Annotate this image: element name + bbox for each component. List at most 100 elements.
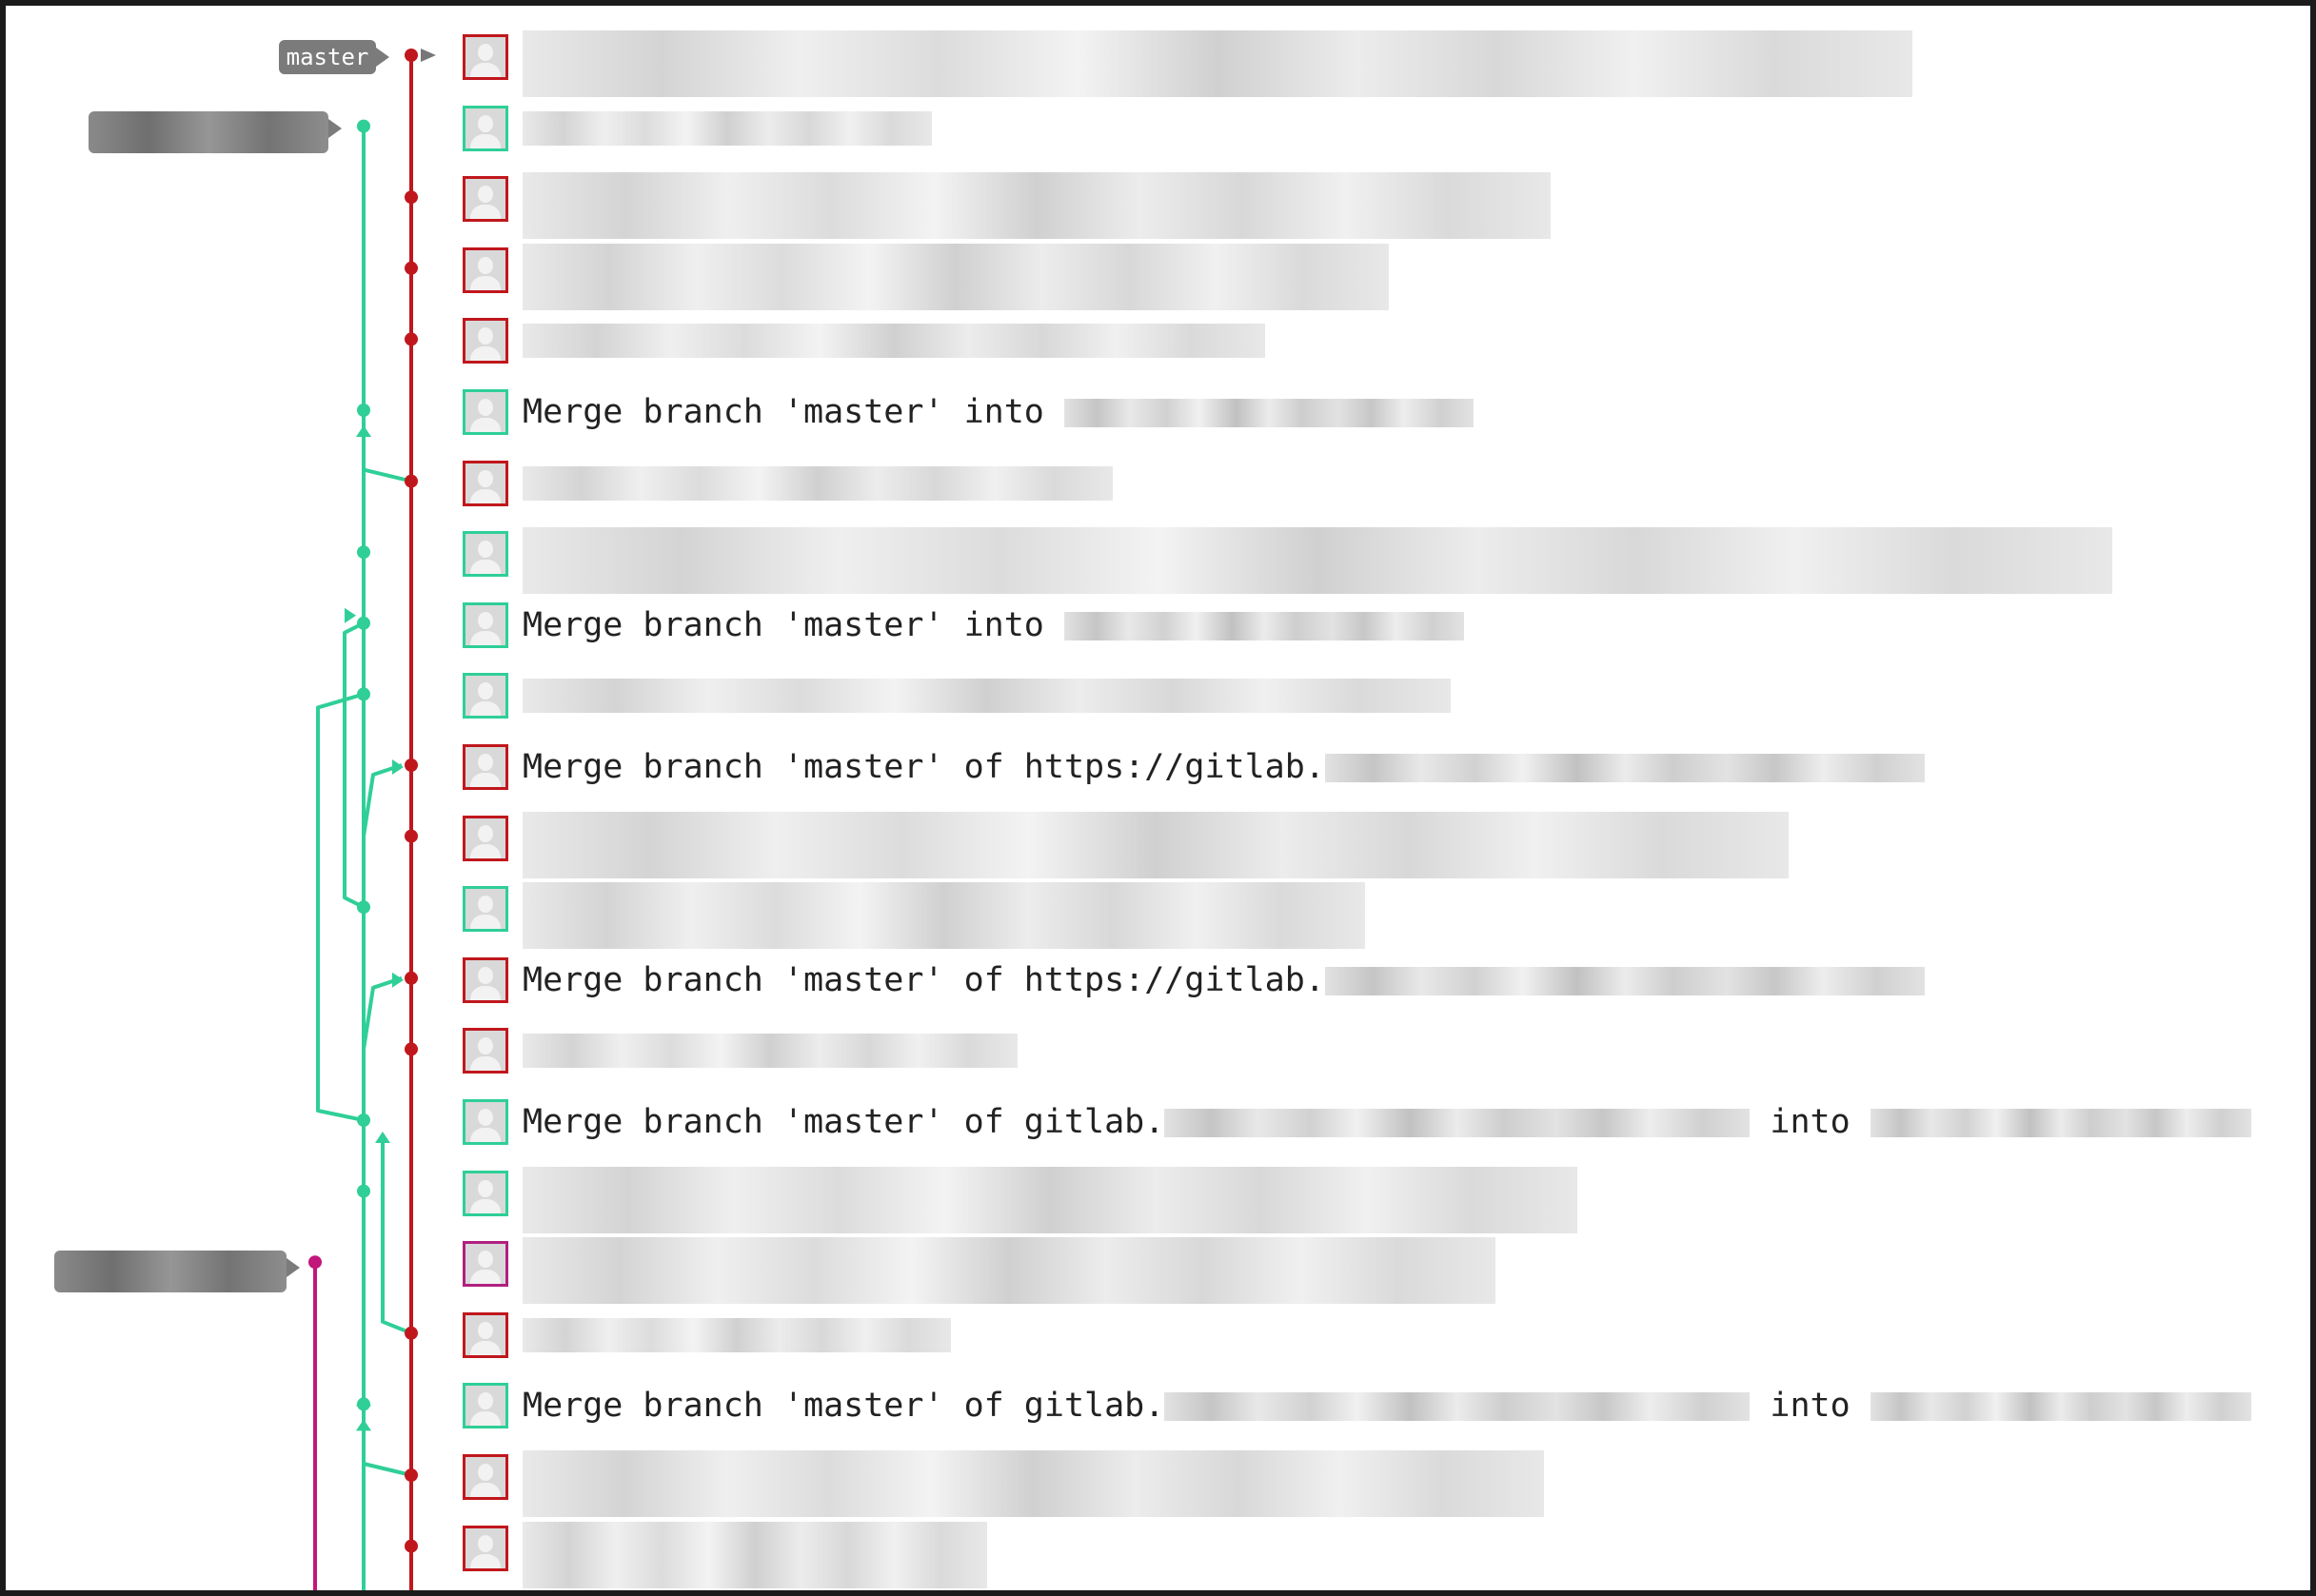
commit-message-text: Merge branch 'master' of https://gitlab. bbox=[523, 960, 1325, 999]
commit-row[interactable] bbox=[458, 1309, 2267, 1371]
redacted-text bbox=[523, 110, 932, 146]
avatar-placeholder-icon bbox=[463, 1170, 508, 1216]
redacted-text bbox=[1164, 1392, 1751, 1422]
avatar-placeholder-icon bbox=[463, 815, 508, 861]
commit-row[interactable] bbox=[458, 30, 2267, 97]
commit-node bbox=[357, 1397, 370, 1411]
avatar-placeholder-icon bbox=[463, 318, 508, 365]
redacted-text bbox=[523, 1237, 1495, 1305]
graph-edge bbox=[362, 429, 412, 483]
branch-tag-feature[interactable] bbox=[89, 111, 342, 153]
commit-node bbox=[405, 829, 418, 843]
commit-row[interactable] bbox=[458, 314, 2267, 377]
commit-node bbox=[357, 119, 370, 133]
commit-row[interactable] bbox=[458, 172, 2267, 240]
avatar-placeholder-icon bbox=[463, 34, 508, 80]
redacted-text bbox=[1870, 1109, 2251, 1137]
branch-tag-other[interactable] bbox=[54, 1251, 300, 1292]
avatar-placeholder-icon bbox=[463, 1525, 508, 1571]
redacted-text bbox=[523, 1317, 951, 1352]
redacted-text bbox=[523, 882, 1365, 950]
commit-message-text: Merge branch 'master' into bbox=[523, 393, 1064, 431]
arrow-head bbox=[345, 607, 356, 623]
commit-row[interactable] bbox=[458, 669, 2267, 732]
commit-message-text: Merge branch 'master' of gitlab. bbox=[523, 1103, 1165, 1141]
graph-edge bbox=[343, 621, 365, 909]
arrow-head bbox=[356, 425, 371, 437]
avatar-placeholder-icon bbox=[463, 1383, 508, 1429]
commit-node bbox=[405, 474, 418, 488]
avatar-placeholder-icon bbox=[463, 1028, 508, 1074]
commit-node bbox=[405, 1326, 418, 1340]
commit-row[interactable] bbox=[458, 882, 2267, 950]
commit-row[interactable] bbox=[458, 102, 2267, 165]
redacted-text bbox=[523, 172, 1551, 240]
avatar-placeholder-icon bbox=[463, 1454, 508, 1500]
redacted-text bbox=[1324, 754, 1925, 782]
graph-edge bbox=[362, 763, 403, 908]
redacted-text bbox=[523, 1166, 1577, 1233]
commit-message-text: Merge branch 'master' of gitlab. bbox=[523, 1387, 1165, 1426]
commit-node bbox=[405, 1042, 418, 1056]
commit-row[interactable] bbox=[458, 457, 2267, 520]
redacted-text bbox=[1870, 1392, 2251, 1422]
avatar-placeholder-icon bbox=[463, 744, 508, 790]
redacted-text bbox=[523, 465, 1113, 501]
commit-node bbox=[357, 1113, 370, 1127]
commit-node bbox=[405, 261, 418, 275]
avatar-placeholder-icon bbox=[463, 956, 508, 1003]
commit-row[interactable] bbox=[458, 1521, 2267, 1588]
commit-message: Merge branch 'master' of https://gitlab. bbox=[523, 748, 1925, 786]
redacted-text bbox=[1164, 1109, 1751, 1137]
redacted-text bbox=[523, 1521, 987, 1588]
commit-row[interactable]: Merge branch 'master' of gitlab. into bbox=[458, 1095, 2267, 1158]
commit-row[interactable] bbox=[458, 811, 2267, 878]
commit-row[interactable] bbox=[458, 1166, 2267, 1233]
commit-node bbox=[357, 687, 370, 701]
commit-message-text: Merge branch 'master' of https://gitlab. bbox=[523, 748, 1325, 786]
commit-row[interactable] bbox=[458, 1024, 2267, 1087]
branch-pointer-icon bbox=[421, 49, 436, 62]
commit-row[interactable] bbox=[458, 1450, 2267, 1517]
commit-node bbox=[405, 332, 418, 346]
redacted-text bbox=[1324, 966, 1925, 995]
redacted-text bbox=[523, 324, 1265, 359]
commit-row[interactable]: Merge branch 'master' of gitlab. into bbox=[458, 1379, 2267, 1442]
branch-tag-master[interactable]: master bbox=[279, 40, 389, 74]
commit-node bbox=[308, 1255, 322, 1270]
commit-node bbox=[357, 1184, 370, 1198]
commit-node bbox=[357, 404, 370, 417]
redacted-text bbox=[523, 243, 1389, 310]
commit-message-suffix: into bbox=[1750, 1103, 1871, 1141]
avatar-placeholder-icon bbox=[463, 886, 508, 933]
branch-tag-master-label: master bbox=[286, 44, 369, 70]
arrow-head bbox=[392, 972, 404, 988]
commit-node bbox=[405, 971, 418, 985]
commit-node bbox=[405, 49, 418, 62]
commit-message-text: Merge branch 'master' into bbox=[523, 605, 1064, 644]
commit-row[interactable] bbox=[458, 527, 2267, 595]
avatar-placeholder-icon bbox=[463, 460, 508, 506]
commit-row[interactable] bbox=[458, 1237, 2267, 1305]
commit-message: Merge branch 'master' of gitlab. into bbox=[523, 1103, 2251, 1141]
commit-node bbox=[357, 616, 370, 630]
commit-message: Merge branch 'master' into bbox=[523, 606, 1464, 644]
commit-row[interactable]: Merge branch 'master' into bbox=[458, 385, 2267, 448]
graph-edge bbox=[316, 692, 365, 1122]
avatar-placeholder-icon bbox=[463, 105, 508, 151]
commit-message-suffix: into bbox=[1750, 1387, 1871, 1426]
redacted-text bbox=[1063, 399, 1474, 427]
commit-row[interactable]: Merge branch 'master' of https://gitlab. bbox=[458, 954, 2267, 1016]
arrow-head bbox=[392, 759, 404, 775]
commit-row[interactable]: Merge branch 'master' into bbox=[458, 599, 2267, 661]
commit-node bbox=[405, 759, 418, 772]
redacted-text bbox=[523, 30, 1912, 97]
commit-message: Merge branch 'master' of gitlab. into bbox=[523, 1387, 2251, 1425]
commit-row[interactable]: Merge branch 'master' of https://gitlab. bbox=[458, 740, 2267, 803]
graph-edge bbox=[362, 975, 403, 1120]
redacted-text bbox=[523, 1034, 1018, 1069]
arrow-head bbox=[356, 1419, 371, 1431]
commit-row[interactable] bbox=[458, 243, 2267, 310]
avatar-placeholder-icon bbox=[463, 673, 508, 719]
avatar-placeholder-icon bbox=[463, 1241, 508, 1288]
